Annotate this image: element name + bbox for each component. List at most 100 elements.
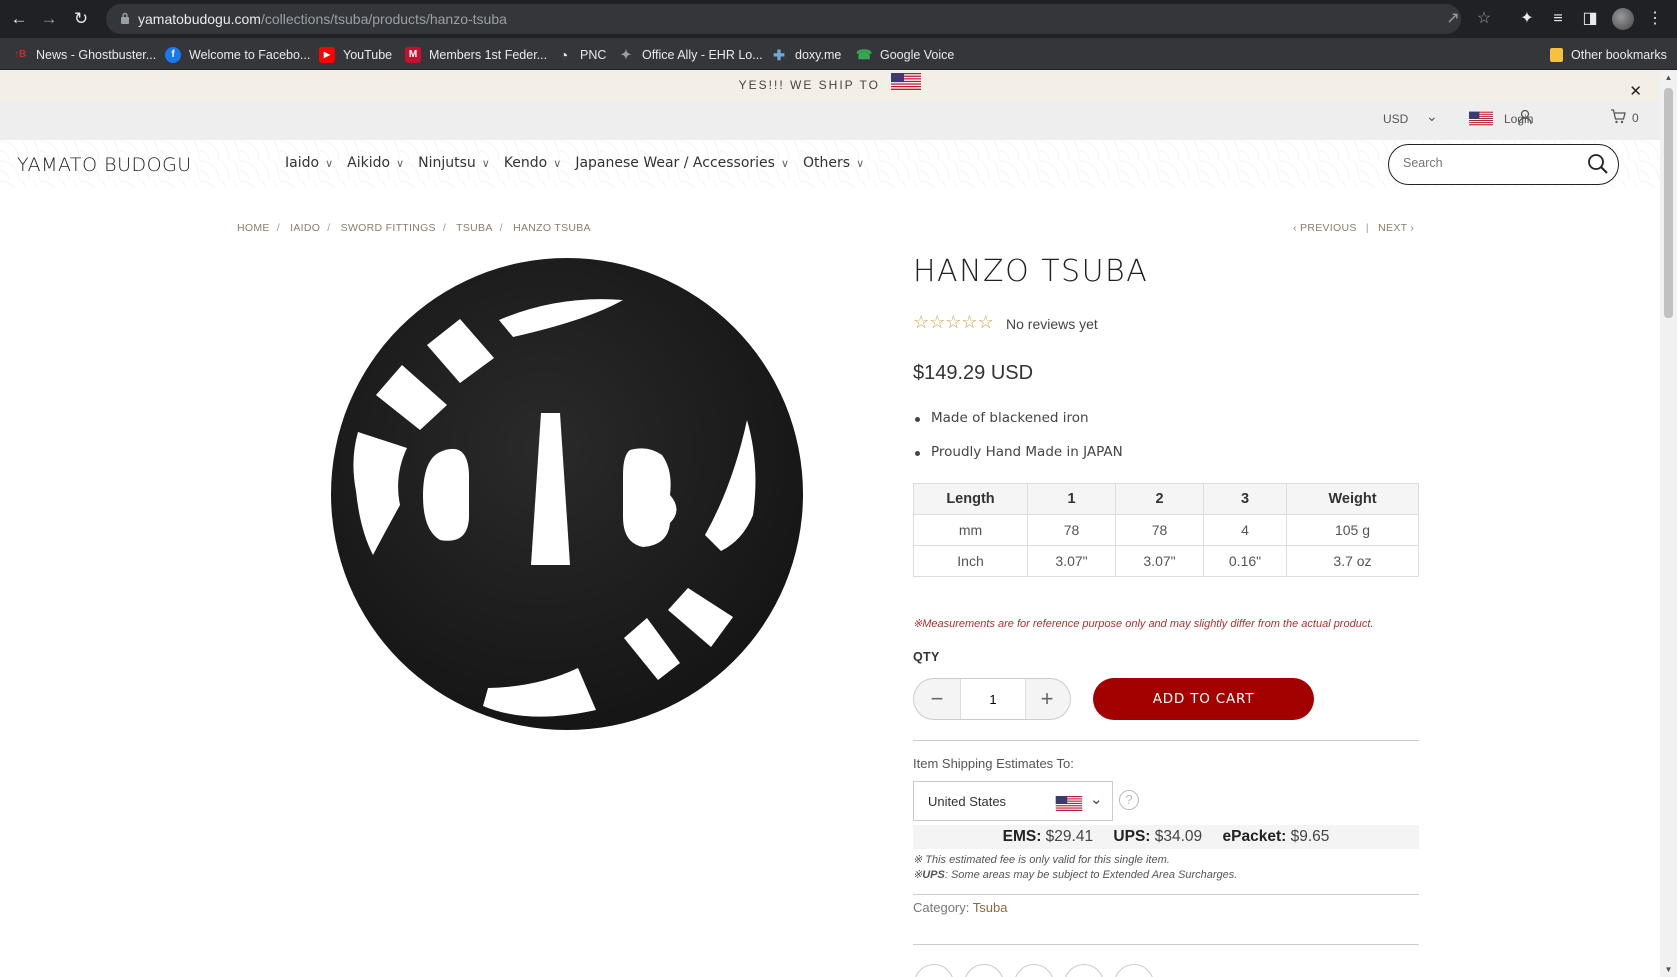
bookmark-item[interactable]: f Welcome to Facebo...	[165, 46, 310, 64]
bookmark-item[interactable]: M Members 1st Feder...	[405, 46, 547, 64]
table-cell: 3.07"	[1115, 545, 1204, 577]
chevron-down-icon[interactable]: ⌄	[1426, 108, 1438, 125]
nav-item-iaido[interactable]: Iaido ∨	[285, 155, 333, 171]
bookmark-label: YouTube	[343, 48, 393, 62]
nav-item-kendo[interactable]: Kendo ∨	[504, 155, 561, 171]
scroll-thumb[interactable]	[1664, 88, 1673, 318]
profile-avatar[interactable]	[1612, 8, 1634, 30]
shipping-note: ※UPS: Some areas may be subject to Exten…	[913, 869, 1238, 881]
rate-price: $34.09	[1154, 828, 1203, 845]
chevron-down-icon: ∨	[780, 157, 790, 170]
login-link[interactable]: Login	[1504, 112, 1533, 126]
table-header: 2	[1115, 483, 1204, 515]
bookmark-item[interactable]: ◔ PNC	[556, 46, 607, 64]
breadcrumb-iaido[interactable]: IAIDO	[290, 222, 320, 234]
feature-item: Made of blackened iron	[913, 410, 1123, 444]
bookmark-item[interactable]: ☎ Google Voice	[856, 46, 954, 64]
divider	[913, 894, 1419, 895]
bookmark-label: Other bookmarks	[1571, 48, 1667, 62]
search-box	[1388, 144, 1619, 185]
table-cell: 4	[1203, 514, 1287, 546]
qty-label: QTY	[913, 650, 940, 664]
bookmark-item[interactable]: ↑B News - Ghostbuster...	[12, 46, 156, 64]
rating-stars[interactable]: ☆☆☆☆☆	[913, 312, 994, 333]
star-icon[interactable]: ☆	[1475, 10, 1493, 28]
menu-kebab-icon[interactable]: ⋮	[1645, 9, 1665, 29]
share-button[interactable]	[914, 964, 954, 977]
other-bookmarks[interactable]: Other bookmarks	[1550, 46, 1667, 64]
scroll-down-icon[interactable]: ▼	[1664, 965, 1673, 974]
site-header: YAMATO BUDOGU Iaido ∨ Aikido ∨ Ninjutsu ∨ K…	[0, 140, 1660, 188]
currency-selector[interactable]: USD	[1383, 112, 1408, 126]
forward-icon[interactable]: →	[38, 8, 60, 30]
rate-carrier: ePacket:	[1222, 828, 1287, 845]
product-image[interactable]	[328, 255, 806, 733]
reload-icon[interactable]: ↻	[70, 8, 92, 30]
shipping-country-select[interactable]: United States ⌄	[913, 781, 1113, 821]
media-icon[interactable]: ≡	[1548, 9, 1568, 29]
measurement-note: ※Measurements are for reference purpose …	[913, 618, 1374, 630]
star-outline-icon: ☆	[961, 312, 978, 332]
table-header-row: Length 1 2 3 Weight	[913, 483, 1419, 515]
page-scrollbar[interactable]: ▲ ▼	[1660, 70, 1677, 977]
plus-icon[interactable]: +	[1024, 679, 1070, 719]
breadcrumb-sword-fittings[interactable]: SWORD FITTINGS	[341, 222, 436, 234]
folder-icon	[1550, 48, 1563, 62]
divider	[913, 740, 1419, 741]
cart-icon[interactable]	[1610, 109, 1626, 129]
table-cell: mm	[913, 514, 1028, 546]
table-header: 3	[1203, 483, 1287, 515]
rate-carrier: UPS:	[1113, 828, 1151, 845]
share-button[interactable]	[964, 964, 1004, 977]
search-icon[interactable]	[1587, 153, 1609, 175]
breadcrumb-tsuba[interactable]: TSUBA	[456, 222, 493, 234]
divider	[913, 944, 1419, 945]
us-flag-icon	[1055, 796, 1083, 816]
nav-item-aikido[interactable]: Aikido ∨	[347, 155, 404, 171]
cart-count[interactable]: 0	[1632, 111, 1639, 125]
chevron-down-icon: ∨	[481, 157, 490, 170]
table-row: mm 78 78 4 105 g	[913, 514, 1419, 546]
breadcrumb-home[interactable]: HOME	[237, 222, 270, 234]
nav-item-japanese-wear[interactable]: Japanese Wear / Accessories ∨	[575, 155, 789, 171]
product-price: $149.29 USD	[913, 362, 1034, 384]
back-icon[interactable]: ←	[8, 8, 30, 30]
table-header: 1	[1027, 483, 1116, 515]
google-voice-icon: ☎	[856, 47, 873, 62]
site-logo[interactable]: YAMATO BUDOGU	[17, 154, 192, 176]
minus-icon[interactable]: −	[914, 679, 960, 719]
bookmark-item[interactable]: ▶ YouTube	[319, 46, 392, 64]
category-link[interactable]: Tsuba	[973, 900, 1008, 915]
rate-carrier: EMS:	[1002, 828, 1042, 845]
shipping-note: ※ This estimated fee is only valid for t…	[913, 854, 1170, 866]
previous-link[interactable]: ‹ PREVIOUS	[1293, 222, 1357, 234]
star-outline-icon: ☆	[929, 312, 946, 332]
share-button[interactable]	[1114, 964, 1154, 977]
side-panel-icon[interactable]: ◨	[1580, 9, 1600, 29]
search-input[interactable]	[1403, 156, 1573, 170]
share-button[interactable]	[1064, 964, 1104, 977]
youtube-icon: ▶	[319, 47, 335, 63]
shipping-rates: EMS: $29.41 UPS: $34.09 ePacket: $9.65	[913, 825, 1419, 849]
spec-table: Length 1 2 3 Weight mm 78 78 4 105 g Inc…	[913, 483, 1419, 577]
nav-item-ninjutsu[interactable]: Ninjutsu ∨	[418, 155, 490, 171]
extensions-icon[interactable]: ✦	[1517, 9, 1537, 29]
us-flag-icon[interactable]	[1469, 111, 1493, 131]
nav-item-others[interactable]: Others ∨	[803, 155, 864, 171]
share-icon[interactable]: ↗	[1444, 10, 1462, 28]
share-button[interactable]	[1014, 964, 1054, 977]
browser-toolbar: ← → ↻ yamatobudogu.com/collections/tsuba…	[0, 0, 1677, 38]
quantity-input[interactable]	[960, 679, 1026, 719]
add-to-cart-button[interactable]: ADD TO CART	[1093, 678, 1314, 720]
rate-price: $9.65	[1290, 828, 1330, 845]
bookmark-item[interactable]: ✚ doxy.me	[771, 46, 841, 64]
address-bar[interactable]: yamatobudogu.com/collections/tsuba/produ…	[106, 4, 1491, 34]
main-nav: Iaido ∨ Aikido ∨ Ninjutsu ∨ Kendo ∨ Japanese…	[285, 155, 878, 171]
bookmark-item[interactable]: ✦ Office Ally - EHR Lo...	[618, 46, 763, 64]
next-link[interactable]: NEXT ›	[1378, 222, 1414, 234]
reviews-count[interactable]: No reviews yet	[1006, 316, 1098, 332]
help-icon[interactable]: ?	[1119, 790, 1139, 810]
scroll-up-icon[interactable]: ▲	[1664, 73, 1673, 82]
selected-country: United States	[928, 794, 1007, 809]
url-text: yamatobudogu.com/collections/tsuba/produ…	[138, 11, 507, 27]
